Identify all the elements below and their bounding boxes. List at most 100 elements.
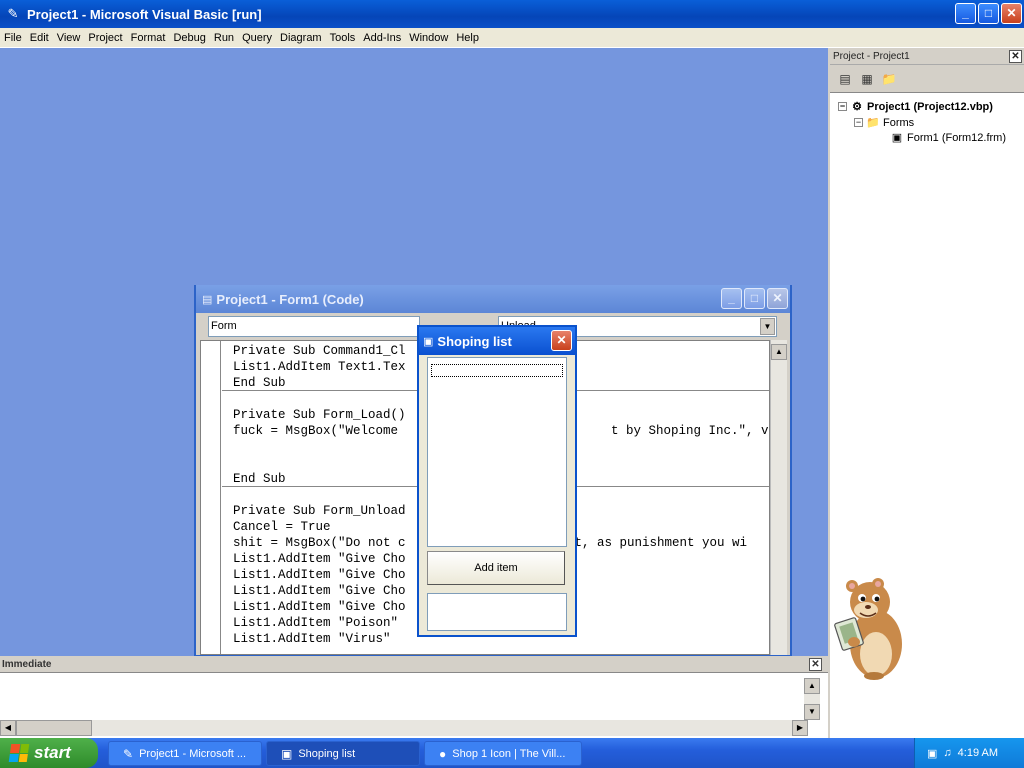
scroll-left-icon[interactable]: ◀ bbox=[0, 720, 16, 736]
scroll-up-icon[interactable]: ▲ bbox=[771, 344, 787, 360]
start-button[interactable]: start bbox=[0, 738, 98, 768]
shopping-list-title: Shoping list bbox=[437, 333, 512, 349]
vb-app-icon: ✎ bbox=[7, 6, 19, 21]
code-line: List1.AddItem "Give Cho bbox=[233, 584, 406, 598]
code-line: List1.AddItem "Virus" bbox=[233, 632, 391, 646]
tree-item-project-label: Project1 (Project12.vbp) bbox=[867, 100, 993, 113]
taskbar: start ✎ Project1 - Microsoft ... ▣ Shopi… bbox=[0, 738, 1024, 768]
main-title-bar[interactable]: ✎ Project1 - Microsoft Visual Basic [run… bbox=[0, 0, 1024, 28]
shopping-list-close-button[interactable]: ✕ bbox=[551, 330, 572, 351]
tree-item-form1-label: Form1 (Form12.frm) bbox=[907, 131, 1006, 144]
immediate-horizontal-scrollbar[interactable]: ◀ ▶ bbox=[0, 720, 808, 736]
close-button[interactable]: ✕ bbox=[1001, 3, 1022, 24]
code-window-title-bar[interactable]: ▤ Project1 - Form1 (Code) _ □ ✕ bbox=[196, 285, 790, 313]
code-line: List1.AddItem "Give Cho bbox=[233, 568, 406, 582]
project-explorer-title-text: Project - Project1 bbox=[833, 51, 910, 62]
code-line: shit = MsgBox("Do not c bbox=[233, 536, 406, 550]
scrollbar-thumb[interactable] bbox=[16, 720, 92, 736]
object-combo-value: Form bbox=[211, 320, 237, 332]
taskbar-item-shopping-list[interactable]: ▣ Shoping list bbox=[266, 741, 420, 766]
tree-item-form1[interactable]: ▣ Form1 (Form12.frm) bbox=[890, 131, 1006, 145]
menu-format[interactable]: Format bbox=[127, 32, 170, 44]
code-close-button[interactable]: ✕ bbox=[767, 288, 788, 309]
menu-project[interactable]: Project bbox=[84, 32, 126, 44]
project-explorer-toolbar: ▤ ▦ 📁 bbox=[830, 65, 1024, 93]
view-code-icon[interactable]: ▤ bbox=[836, 71, 854, 87]
start-button-label: start bbox=[34, 743, 71, 762]
menu-view[interactable]: View bbox=[53, 32, 85, 44]
immediate-close-button[interactable]: ✕ bbox=[809, 658, 822, 671]
code-vertical-scrollbar[interactable]: ▲ bbox=[770, 340, 787, 655]
collapse-icon[interactable]: − bbox=[838, 102, 847, 111]
listbox-focus-rect bbox=[431, 364, 563, 377]
menu-help[interactable]: Help bbox=[452, 32, 483, 44]
form-icon: ▣ bbox=[891, 132, 903, 144]
code-margin bbox=[201, 341, 221, 654]
shopping-list-window: ▣ Shoping list ✕ Add item bbox=[417, 325, 577, 637]
tree-item-project[interactable]: − ⚙ Project1 (Project12.vbp) bbox=[838, 100, 993, 113]
project-icon: ⚙ bbox=[852, 101, 862, 113]
code-line: List1.AddItem "Give Cho bbox=[233, 600, 406, 614]
code-line: fuck = MsgBox("Welcome bbox=[233, 424, 399, 438]
menu-diagram[interactable]: Diagram bbox=[276, 32, 326, 44]
taskbar-item-browser[interactable]: ● Shop 1 Icon | The Vill... bbox=[424, 741, 582, 766]
vb-icon: ✎ bbox=[123, 746, 134, 761]
project-explorer-title: Project - Project1 ✕ bbox=[830, 48, 1024, 65]
code-minimize-button[interactable]: _ bbox=[721, 288, 742, 309]
minimize-button[interactable]: _ bbox=[955, 3, 976, 24]
menu-window[interactable]: Window bbox=[405, 32, 452, 44]
tree-item-forms-label: Forms bbox=[883, 116, 915, 129]
object-combo[interactable]: Form bbox=[208, 316, 420, 337]
code-line: List1.AddItem "Give Cho bbox=[233, 552, 406, 566]
menu-debug[interactable]: Debug bbox=[169, 32, 209, 44]
toggle-folders-icon[interactable]: 📁 bbox=[880, 71, 898, 87]
menu-query[interactable]: Query bbox=[238, 32, 276, 44]
scroll-up-icon[interactable]: ▲ bbox=[804, 678, 820, 694]
menu-file[interactable]: File bbox=[0, 32, 26, 44]
item-text-input[interactable] bbox=[427, 593, 567, 631]
network-icon[interactable]: ▣ bbox=[927, 747, 937, 760]
taskbar-item-label: Shop 1 Icon | The Vill... bbox=[452, 747, 566, 760]
code-line: Private Sub Form_Load() bbox=[233, 408, 406, 422]
menu-edit[interactable]: Edit bbox=[26, 32, 53, 44]
tree-item-forms[interactable]: − 📁 Forms bbox=[854, 116, 914, 129]
code-window-title: Project1 - Form1 (Code) bbox=[216, 291, 364, 307]
code-line: Private Sub Form_Unload bbox=[233, 504, 406, 518]
windows-logo-icon bbox=[8, 744, 30, 762]
project-explorer-close-button[interactable]: ✕ bbox=[1009, 50, 1022, 63]
code-line-tail: st, as punishment you wi bbox=[567, 536, 748, 550]
immediate-window[interactable]: Immediate ✕ ▲ ▼ ◀ ▶ bbox=[0, 656, 828, 738]
browser-icon: ● bbox=[439, 746, 447, 761]
form-icon: ▣ bbox=[423, 335, 434, 348]
shopping-list-title-bar[interactable]: ▣ Shoping list ✕ bbox=[419, 327, 575, 355]
items-listbox[interactable] bbox=[427, 357, 567, 547]
code-line: End Sub bbox=[233, 376, 286, 390]
immediate-window-title: Immediate ✕ bbox=[0, 656, 828, 673]
view-object-icon[interactable]: ▦ bbox=[858, 71, 876, 87]
menu-run[interactable]: Run bbox=[210, 32, 238, 44]
code-maximize-button[interactable]: □ bbox=[744, 288, 765, 309]
immediate-window-title-text: Immediate bbox=[2, 659, 52, 670]
code-line: Cancel = True bbox=[233, 520, 331, 534]
restore-button[interactable]: □ bbox=[978, 3, 999, 24]
collapse-icon[interactable]: − bbox=[854, 118, 863, 127]
scroll-down-icon[interactable]: ▼ bbox=[804, 704, 820, 720]
chevron-down-icon[interactable]: ▼ bbox=[760, 318, 775, 335]
form-icon: ▣ bbox=[281, 746, 293, 761]
scroll-right-icon[interactable]: ▶ bbox=[792, 720, 808, 736]
code-window-icon: ▤ bbox=[202, 293, 213, 306]
hamster-mascot-image[interactable] bbox=[830, 572, 910, 682]
add-item-button[interactable]: Add item bbox=[427, 551, 565, 585]
taskbar-item-label: Project1 - Microsoft ... bbox=[139, 747, 247, 760]
system-tray: ▣ ♫ 4:19 AM bbox=[914, 738, 1024, 768]
immediate-vertical-scrollbar[interactable]: ▲ ▼ bbox=[804, 678, 820, 720]
code-line: Private Sub Command1_Cl bbox=[233, 344, 406, 358]
menu-add-ins[interactable]: Add-Ins bbox=[359, 32, 405, 44]
code-line: List1.AddItem Text1.Tex bbox=[233, 360, 406, 374]
volume-icon[interactable]: ♫ bbox=[943, 747, 951, 759]
taskbar-item-visual-basic[interactable]: ✎ Project1 - Microsoft ... bbox=[108, 741, 262, 766]
code-line: List1.AddItem "Poison" bbox=[233, 616, 399, 630]
menu-tools[interactable]: Tools bbox=[326, 32, 360, 44]
menu-bar: File Edit View Project Format Debug Run … bbox=[0, 28, 1024, 48]
clock[interactable]: 4:19 AM bbox=[958, 747, 998, 759]
